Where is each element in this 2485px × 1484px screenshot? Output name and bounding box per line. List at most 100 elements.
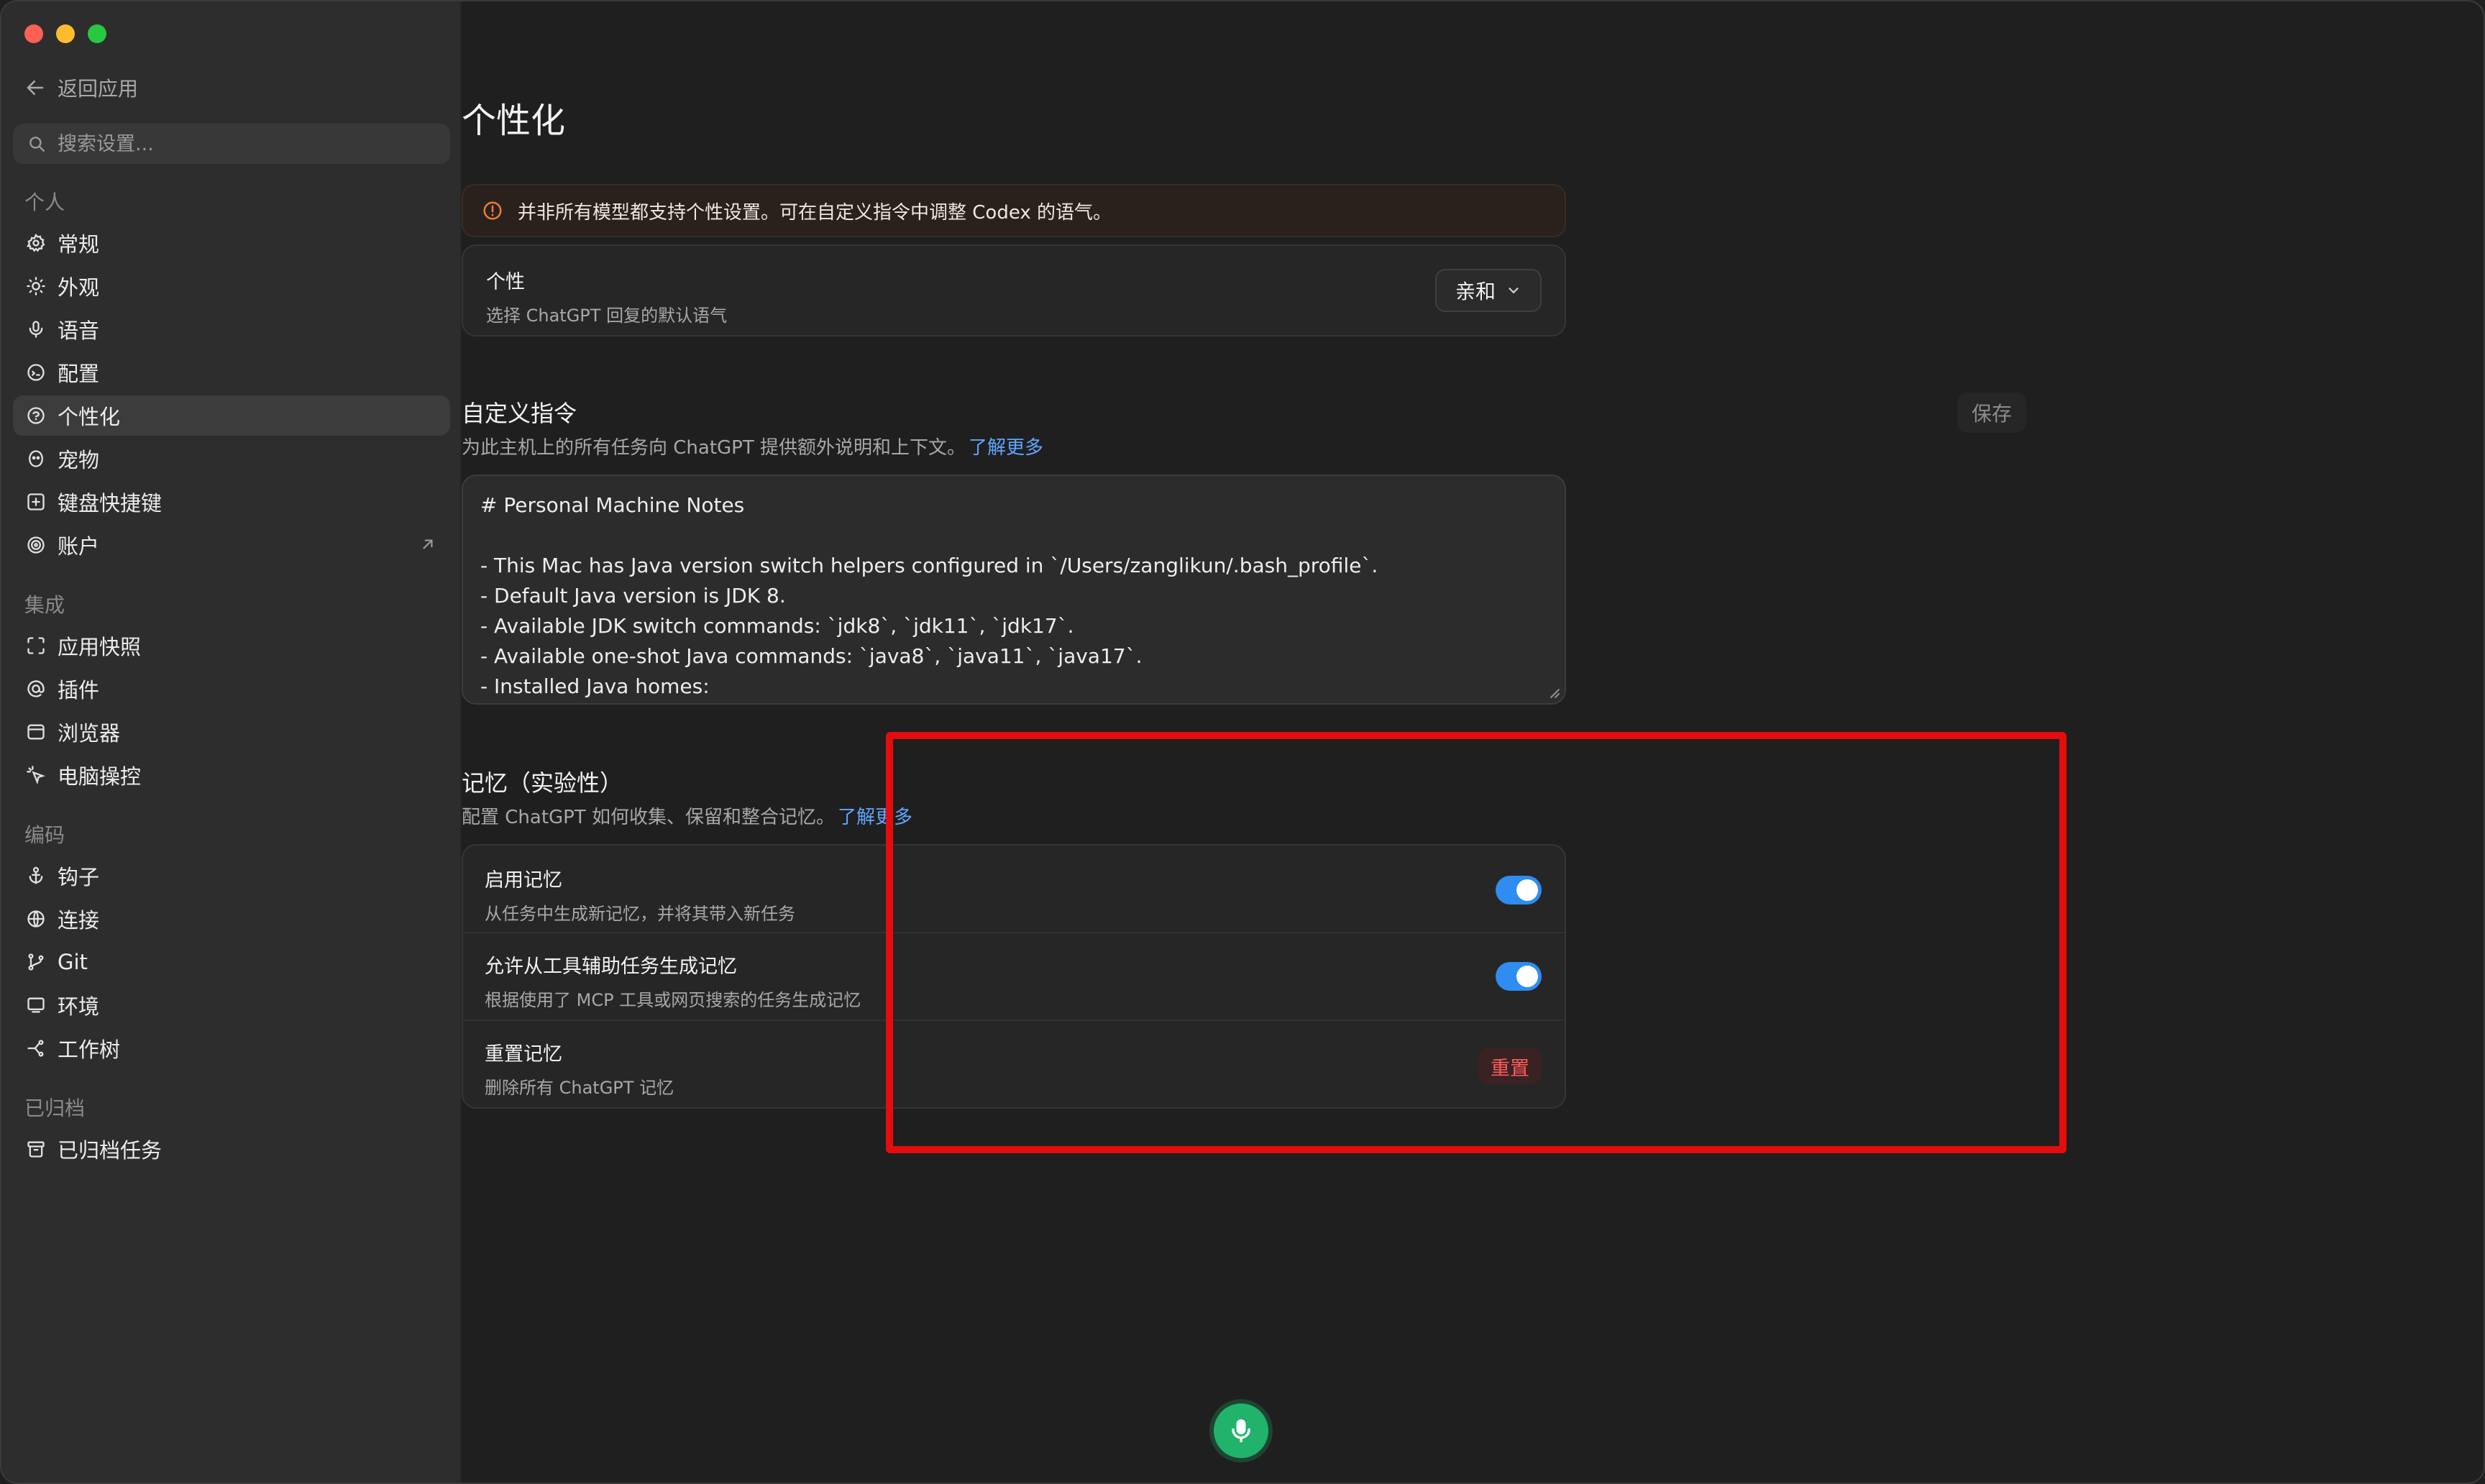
- computer-control-icon: [27, 766, 46, 784]
- sidebar-item-account[interactable]: 账户: [13, 525, 450, 565]
- minimize-window-button[interactable]: [56, 24, 75, 43]
- save-button[interactable]: 保存: [1957, 393, 2026, 433]
- memory-subtitle-text: 配置 ChatGPT 如何收集、保留和整合记忆。: [462, 807, 835, 828]
- memory-learn-more-link[interactable]: 了解更多: [838, 807, 912, 828]
- section-archived: 已归档: [24, 1096, 86, 1120]
- sidebar-item-label: 常规: [58, 232, 100, 257]
- instruction-line: - This Mac has Java version switch helpe…: [480, 554, 1378, 577]
- instruction-line: # Personal Machine Notes: [480, 493, 745, 517]
- back-label: 返回应用: [58, 77, 139, 101]
- sidebar-item-label: 钩子: [58, 865, 100, 889]
- sidebar-item-label: 账户: [58, 534, 100, 559]
- pet-icon: [29, 450, 43, 467]
- sidebar-item-hooks[interactable]: 钩子: [13, 856, 450, 896]
- memory-row-subtitle: 根据使用了 MCP 工具或网页搜索的任务生成记忆: [485, 990, 861, 1010]
- globe-icon: [27, 910, 45, 927]
- settings-search[interactable]: [13, 124, 450, 164]
- sidebar-item-label: 应用快照: [58, 635, 142, 659]
- sidebar-item-label: 键盘快捷键: [58, 491, 163, 516]
- sidebar-item-general[interactable]: 常规: [13, 223, 450, 263]
- sidebar-item-connections[interactable]: 连接: [13, 899, 450, 939]
- chevron-down-icon: [1509, 288, 1519, 294]
- sidebar-item-label: 电脑操控: [58, 764, 142, 789]
- git-branch-icon: [28, 953, 44, 971]
- personality-subtitle: 选择 ChatGPT 回复的默认语气: [486, 306, 728, 326]
- personality-card: 个性 选择 ChatGPT 回复的默认语气 亲和: [462, 244, 1566, 336]
- memory-row-title: 允许从工具辅助任务生成记忆: [485, 956, 737, 978]
- sidebar-item-label: 工作树: [58, 1038, 121, 1062]
- back-to-app-button[interactable]: 返回应用: [24, 73, 138, 102]
- memory-card: 启用记忆 从任务中生成新记忆，并将其带入新任务 允许从工具辅助任务生成记忆 根据…: [462, 844, 1566, 1109]
- sidebar-item-label: 环境: [58, 994, 100, 1019]
- sidebar-item-app-snapshot[interactable]: 应用快照: [13, 626, 450, 666]
- memory-row-tool-assisted: 允许从工具辅助任务生成记忆 根据使用了 MCP 工具或网页搜索的任务生成记忆: [485, 951, 861, 1011]
- close-window-button[interactable]: [24, 24, 43, 43]
- instruction-line: - Available JDK switch commands: `jdk8`,…: [480, 614, 1074, 638]
- sidebar-item-keyboard-shortcuts[interactable]: 键盘快捷键: [13, 482, 450, 522]
- gear-icon: [26, 233, 45, 252]
- sidebar-item-appearance[interactable]: 外观: [13, 266, 450, 306]
- memory-title: 记忆（实验性）: [462, 769, 623, 797]
- sun-icon: [27, 277, 45, 296]
- sidebar-item-git[interactable]: Git: [13, 942, 450, 982]
- config-icon: [27, 364, 45, 381]
- section-integration: 集成: [24, 593, 65, 617]
- personality-title: 个性: [486, 271, 525, 293]
- archive-icon: [27, 1141, 45, 1158]
- custom-instructions-subtitle: 为此主机上的所有任务向 ChatGPT 提供额外说明和上下文。 了解更多: [462, 433, 1043, 459]
- sidebar-item-plugins[interactable]: 插件: [13, 669, 450, 709]
- instruction-line: - Default Java version is JDK 8.: [480, 584, 786, 608]
- sidebar-item-worktree[interactable]: 工作树: [13, 1028, 450, 1068]
- reset-memory-button[interactable]: 重置: [1478, 1048, 1542, 1084]
- search-icon: [29, 137, 45, 152]
- search-input[interactable]: [56, 132, 433, 156]
- section-coding: 编码: [24, 823, 65, 847]
- worktree-icon: [27, 1040, 44, 1057]
- sidebar-item-label: 外观: [58, 275, 100, 300]
- sidebar-item-personalization[interactable]: 个性化: [13, 395, 450, 436]
- sidebar-item-label: 配置: [58, 362, 100, 386]
- monitor-icon: [27, 997, 45, 1013]
- microphone-icon: [29, 321, 43, 338]
- sidebar-item-browser[interactable]: 浏览器: [13, 712, 450, 752]
- sidebar: 返回应用 个人 常规 外观 语音 配置 个性化 宠物: [1, 1, 462, 1483]
- enable-memory-toggle[interactable]: [1496, 876, 1542, 904]
- personality-dropdown[interactable]: 亲和: [1434, 269, 1542, 312]
- warning-banner: 并非所有模型都支持个性设置。可在自定义指令中调整 Codex 的语气。: [462, 184, 1566, 237]
- instruction-line: - Installed Java homes:: [480, 674, 710, 698]
- sidebar-item-label: 已归档任务: [58, 1138, 163, 1163]
- page-title: 个性化: [462, 101, 566, 141]
- memory-row-title: 重置记忆: [485, 1043, 562, 1066]
- learn-more-link[interactable]: 了解更多: [969, 437, 1043, 459]
- instruction-line: [480, 521, 1547, 551]
- custom-instructions-subtitle-text: 为此主机上的所有任务向 ChatGPT 提供额外说明和上下文。: [462, 437, 966, 459]
- custom-instructions-textarea[interactable]: # Personal Machine Notes - This Mac has …: [462, 475, 1566, 705]
- section-personal: 个人: [24, 191, 65, 214]
- instruction-line: - Available one-shot Java commands: `jav…: [480, 644, 1143, 668]
- memory-subtitle: 配置 ChatGPT 如何收集、保留和整合记忆。 了解更多: [462, 802, 912, 829]
- sidebar-item-pet[interactable]: 宠物: [13, 439, 450, 479]
- memory-row-subtitle: 删除所有 ChatGPT 记忆: [485, 1078, 674, 1098]
- sidebar-item-archived-tasks[interactable]: 已归档任务: [13, 1129, 450, 1169]
- zoom-window-button[interactable]: [88, 24, 106, 43]
- sidebar-item-computer-control[interactable]: 电脑操控: [13, 755, 450, 795]
- sidebar-item-label: 个性化: [58, 405, 121, 429]
- memory-row-reset: 重置记忆 删除所有 ChatGPT 记忆: [485, 1038, 674, 1099]
- sidebar-item-environment[interactable]: 环境: [13, 985, 450, 1025]
- external-link-icon: [423, 539, 433, 549]
- sidebar-item-label: 语音: [58, 319, 100, 343]
- sidebar-item-label: 插件: [58, 678, 100, 702]
- voice-input-button[interactable]: [1214, 1403, 1268, 1458]
- sidebar-item-label: 浏览器: [58, 721, 121, 746]
- arrow-left-icon: [27, 81, 44, 95]
- browser-icon: [27, 724, 45, 740]
- sidebar-item-config[interactable]: 配置: [13, 352, 450, 393]
- snapshot-icon: [27, 637, 45, 654]
- anchor-icon: [29, 866, 43, 884]
- personalization-icon: [27, 407, 45, 424]
- personality-selected: 亲和: [1455, 280, 1496, 303]
- resize-handle-icon[interactable]: [1547, 686, 1560, 699]
- warning-icon: [483, 201, 502, 220]
- tool-assisted-memory-toggle[interactable]: [1496, 962, 1542, 991]
- sidebar-item-voice[interactable]: 语音: [13, 309, 450, 349]
